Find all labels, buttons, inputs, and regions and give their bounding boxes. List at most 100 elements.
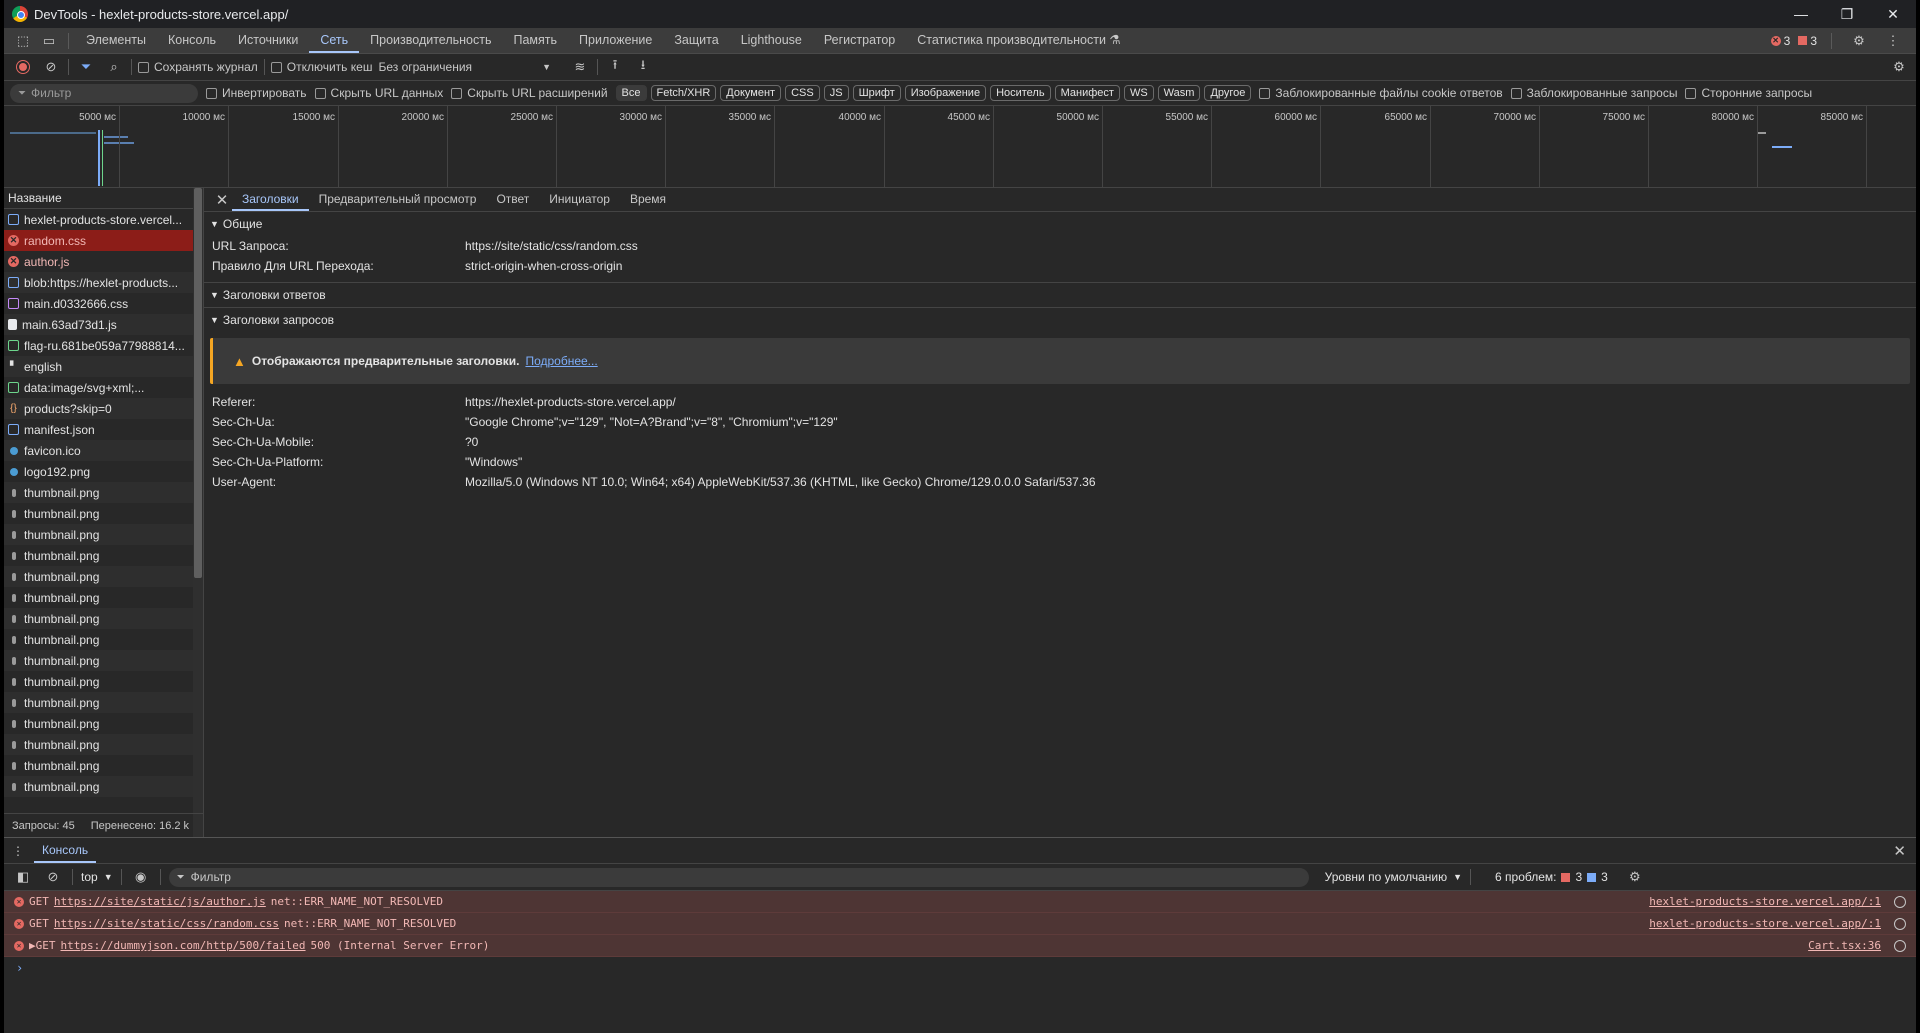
response-headers-toggle[interactable]: ▼ Заголовки ответов <box>204 283 1916 307</box>
details-tab[interactable]: Инициатор <box>539 188 620 211</box>
request-row[interactable]: ✕ author.js <box>4 251 203 272</box>
type-filter-pill[interactable]: Другое <box>1204 85 1252 101</box>
type-filter-pill[interactable]: JS <box>823 85 849 101</box>
context-select[interactable]: top ▼ <box>81 870 113 884</box>
type-filter-pill[interactable]: Носитель <box>990 85 1051 101</box>
type-filter-pill[interactable]: Изображение <box>904 85 987 101</box>
third-party-checkbox[interactable]: Сторонние запросы <box>1685 86 1812 100</box>
issues-counter[interactable]: 6 проблем: 3 3 <box>1495 870 1608 884</box>
request-row[interactable]: {} products?skip=0 <box>4 398 203 419</box>
request-row[interactable]: favicon.ico <box>4 440 203 461</box>
more-menu-icon[interactable]: ⋮ <box>1880 30 1906 52</box>
name-column-header[interactable]: Название <box>4 188 203 209</box>
request-row[interactable]: hexlet-products-store.vercel... <box>4 209 203 230</box>
request-row[interactable]: thumbnail.png <box>4 650 203 671</box>
type-filter-pill[interactable]: CSS <box>785 85 820 101</box>
request-list-scrollbar[interactable] <box>193 188 203 837</box>
filter-input[interactable]: ⏷ Фильтр <box>10 83 198 103</box>
console-filter-input[interactable]: ⏷ Фильтр <box>168 867 1309 887</box>
source-location-link[interactable]: Cart.tsx:36 <box>1808 939 1881 952</box>
sidebar-toggle-icon[interactable]: ◧ <box>12 866 34 888</box>
tab-4[interactable]: Производительность <box>359 28 502 53</box>
message-url-link[interactable]: https://site/static/css/random.css <box>54 917 279 930</box>
log-levels-select[interactable]: Уровни по умолчанию ▼ <box>1325 870 1462 884</box>
learn-more-link[interactable]: Подробнее... <box>525 354 597 368</box>
request-row[interactable]: thumbnail.png <box>4 692 203 713</box>
request-row[interactable]: thumbnail.png <box>4 608 203 629</box>
scrollbar-thumb[interactable] <box>194 188 202 578</box>
ai-explain-icon[interactable] <box>1894 917 1906 930</box>
message-url-link[interactable]: https://dummyjson.com/http/500/failed <box>61 939 306 952</box>
search-icon[interactable]: ⌕ <box>103 56 125 78</box>
request-row[interactable]: thumbnail.png <box>4 776 203 797</box>
ai-explain-icon[interactable] <box>1894 895 1906 908</box>
request-row[interactable]: main.63ad73d1.js <box>4 314 203 335</box>
type-filter-pill[interactable]: Шрифт <box>852 85 901 101</box>
type-filter-pill[interactable]: Fetch/XHR <box>650 85 717 101</box>
settings-gear-icon[interactable]: ⚙ <box>1846 30 1872 52</box>
request-row[interactable]: thumbnail.png <box>4 524 203 545</box>
type-filter-pill[interactable]: Все <box>615 85 647 101</box>
request-row[interactable]: data:image/svg+xml;... <box>4 377 203 398</box>
throttling-select[interactable]: Без ограничения ▼ <box>378 60 551 74</box>
minimize-button[interactable]: — <box>1778 6 1824 23</box>
clear-console-icon[interactable]: ⊘ <box>42 866 64 888</box>
tab-6[interactable]: Приложение <box>568 28 663 53</box>
import-har-icon[interactable]: ⭱ <box>604 56 626 78</box>
maximize-button[interactable]: ❐ <box>1824 6 1870 23</box>
request-row[interactable]: thumbnail.png <box>4 629 203 650</box>
request-row[interactable]: thumbnail.png <box>4 503 203 524</box>
tab-0[interactable]: Элементы <box>75 28 157 53</box>
tab-console[interactable]: Консоль <box>34 838 97 863</box>
type-filter-pill[interactable]: Wasm <box>1157 85 1201 101</box>
details-tab[interactable]: Предварительный просмотр <box>309 188 487 211</box>
request-headers-toggle[interactable]: ▼ Заголовки запросов <box>204 308 1916 332</box>
preserve-log-checkbox[interactable]: Сохранять журнал <box>138 60 258 74</box>
device-toolbar-icon[interactable]: ▭ <box>36 30 62 52</box>
source-location-link[interactable]: hexlet-products-store.vercel.app/:1 <box>1649 895 1881 908</box>
invert-checkbox[interactable]: Инвертировать <box>206 86 307 100</box>
request-row[interactable]: thumbnail.png <box>4 755 203 776</box>
request-row[interactable]: blob:https://hexlet-products... <box>4 272 203 293</box>
request-row[interactable]: thumbnail.png <box>4 545 203 566</box>
request-row[interactable]: manifest.json <box>4 419 203 440</box>
request-row[interactable]: ▘ english <box>4 356 203 377</box>
type-filter-pill[interactable]: Документ <box>720 85 782 101</box>
type-filter-pill[interactable]: WS <box>1123 85 1154 101</box>
tab-9[interactable]: Регистратор <box>813 28 906 53</box>
disable-cache-checkbox[interactable]: Отключить кеш <box>270 60 372 74</box>
record-button[interactable] <box>12 56 34 78</box>
details-tab[interactable]: Ответ <box>486 188 539 211</box>
timeline-overview[interactable]: 5000 мс 10000 мс 15000 мс 20000 мс 25000 мс 3… <box>4 106 1916 188</box>
request-row[interactable]: thumbnail.png <box>4 713 203 734</box>
request-row[interactable]: thumbnail.png <box>4 566 203 587</box>
drawer-menu-icon[interactable]: ⋮ <box>12 844 24 858</box>
tab-7[interactable]: Защита <box>663 28 729 53</box>
ai-explain-icon[interactable] <box>1894 939 1906 952</box>
blocked-requests-checkbox[interactable]: Заблокированные запросы <box>1510 86 1677 100</box>
request-row[interactable]: logo192.png <box>4 461 203 482</box>
message-url-link[interactable]: https://site/static/js/author.js <box>54 895 266 908</box>
console-error-message[interactable]: ✕ GET https://site/static/css/random.css ne… <box>4 913 1916 935</box>
details-tab[interactable]: Время <box>620 188 676 211</box>
tab-10[interactable]: Статистика производительности ⚗ <box>906 28 1131 53</box>
console-settings-gear-icon[interactable]: ⚙ <box>1624 866 1646 888</box>
tab-3[interactable]: Сеть <box>309 28 360 53</box>
wifi-conditions-icon[interactable]: ≋ <box>569 56 591 78</box>
close-details-icon[interactable]: ✕ <box>212 191 232 209</box>
hide-data-urls-checkbox[interactable]: Скрыть URL данных <box>314 86 443 100</box>
request-row[interactable]: flag-ru.681be059a77988814... <box>4 335 203 356</box>
request-row[interactable]: thumbnail.png <box>4 587 203 608</box>
live-expression-eye-icon[interactable]: ◉ <box>130 866 152 888</box>
close-window-button[interactable]: ✕ <box>1870 6 1916 23</box>
source-location-link[interactable]: hexlet-products-store.vercel.app/:1 <box>1649 917 1881 930</box>
close-drawer-icon[interactable]: ✕ <box>1893 842 1906 860</box>
tab-1[interactable]: Консоль <box>157 28 227 53</box>
console-prompt[interactable]: › <box>4 957 1916 979</box>
console-error-message[interactable]: ✕ GET https://site/static/js/author.js net:… <box>4 891 1916 913</box>
details-tab[interactable]: Заголовки <box>232 188 309 211</box>
request-row[interactable]: ✕ random.css <box>4 230 203 251</box>
blocked-cookies-checkbox[interactable]: Заблокированные файлы cookie ответов <box>1259 86 1503 100</box>
request-row[interactable]: thumbnail.png <box>4 482 203 503</box>
inspect-element-icon[interactable]: ⬚ <box>10 30 36 52</box>
